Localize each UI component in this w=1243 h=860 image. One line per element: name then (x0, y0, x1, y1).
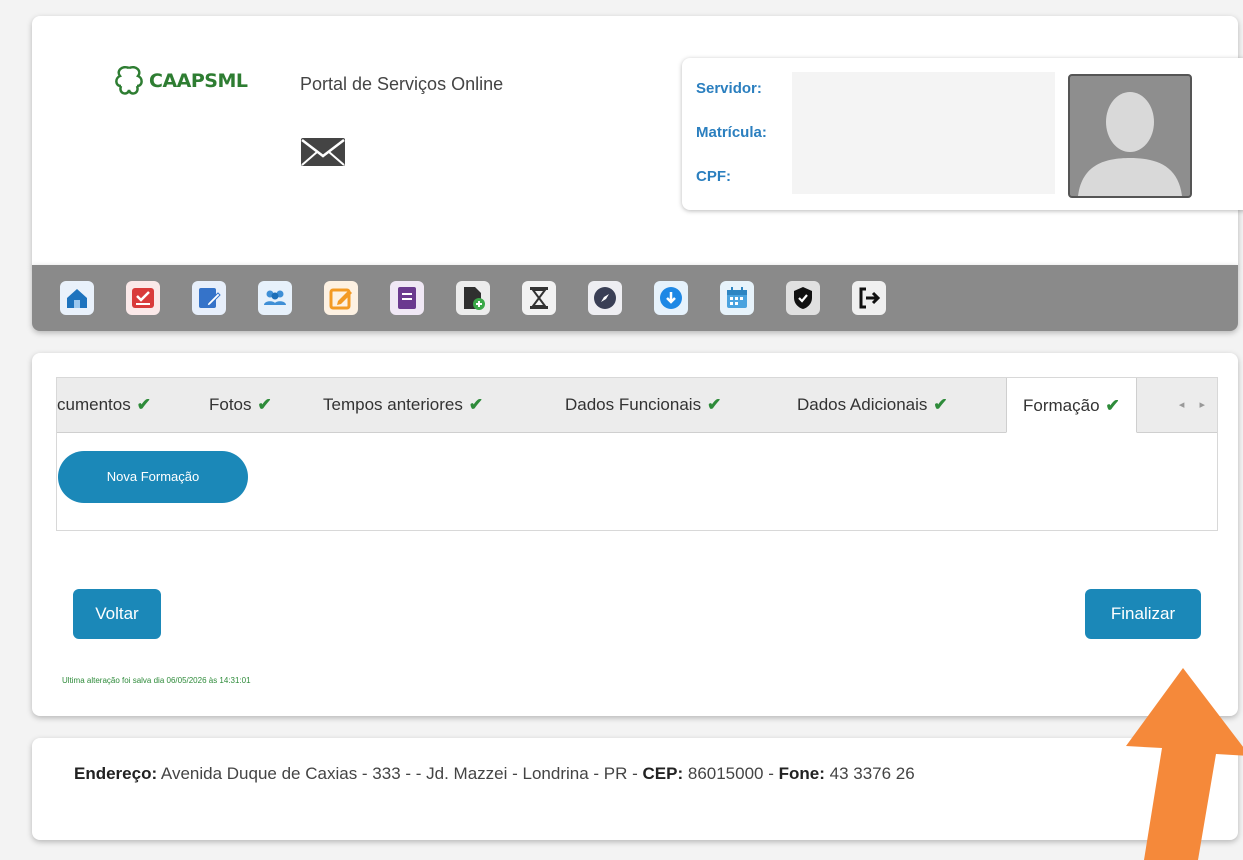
footer-address: Endereço: Avenida Duque de Caxias - 333 … (74, 764, 915, 784)
users-button[interactable] (258, 281, 292, 315)
tab-formacao[interactable]: Formação ✔ (1006, 378, 1137, 433)
check-icon: ✔ (468, 395, 484, 414)
finalizar-button[interactable]: Finalizar (1085, 589, 1201, 639)
inbox-check-icon (132, 288, 154, 308)
avatar (1068, 74, 1192, 198)
cep-label: CEP: (642, 764, 684, 783)
logo-text: CAAPSML (149, 70, 248, 92)
users-icon (264, 290, 286, 305)
edit-button[interactable] (324, 281, 358, 315)
shield-check-icon (794, 287, 812, 309)
book-icon (398, 287, 416, 309)
servidor-label: Servidor: (696, 80, 762, 97)
tab-tempos-anteriores[interactable]: Tempos anteriores ✔ (323, 378, 483, 432)
voltar-button[interactable]: Voltar (73, 589, 161, 639)
hourglass-icon (530, 287, 548, 309)
privacy-button[interactable] (786, 281, 820, 315)
endereco-label: Endereço: (74, 764, 158, 783)
logo-mark-icon (115, 66, 143, 95)
endereco-value: Avenida Duque de Caxias - 333 - - Jd. Ma… (157, 764, 643, 783)
pencil-square-icon (329, 288, 352, 310)
cep-value: 86015000 - (683, 764, 779, 783)
tab-dados-funcionais[interactable]: Dados Funcionais ✔ (565, 378, 721, 432)
tab-strip: cumentos ✔ Fotos ✔ Tempos anteriores ✔ Dado… (57, 378, 1217, 433)
main-toolbar (32, 265, 1238, 331)
portal-title: Portal de Serviços Online (300, 74, 504, 94)
check-icon: ✔ (1105, 396, 1120, 415)
download-icon (660, 287, 682, 309)
book-button[interactable] (390, 281, 424, 315)
logout-button[interactable] (852, 281, 886, 315)
nova-formacao-button[interactable]: Nova Formação (58, 451, 248, 503)
file-add-icon (464, 287, 485, 310)
check-icon: ✔ (707, 395, 722, 414)
calendar-button[interactable] (720, 281, 754, 315)
inbox-button[interactable] (126, 281, 160, 315)
add-file-button[interactable] (456, 281, 490, 315)
edit-document-icon (199, 288, 221, 308)
check-icon: ✔ (933, 395, 948, 414)
mail-icon[interactable] (298, 132, 348, 172)
hourglass-button[interactable] (522, 281, 556, 315)
footer-card: Endereço: Avenida Duque de Caxias - 333 … (32, 738, 1238, 840)
home-button[interactable] (60, 281, 94, 315)
sign-out-icon (859, 287, 881, 309)
check-icon: ✔ (257, 395, 272, 414)
fone-value: 43 3376 26 (824, 764, 915, 783)
cpf-label: CPF: (696, 168, 731, 185)
home-icon (67, 289, 87, 308)
form-card: cumentos ✔ Fotos ✔ Tempos anteriores ✔ Dado… (32, 353, 1238, 716)
last-saved-note: Ultima alteração foi salva dia 06/05/202… (62, 676, 251, 685)
user-silhouette-icon (1078, 92, 1182, 196)
tab-documentos[interactable]: cumentos ✔ (57, 378, 151, 432)
user-info-box: Servidor: Matrícula: CPF: (682, 58, 1243, 210)
redacted-user-data (792, 72, 1055, 194)
tab-scroll-arrows[interactable]: ◂ ▸ (1179, 378, 1211, 432)
compass-button[interactable] (588, 281, 622, 315)
tab-fotos[interactable]: Fotos ✔ (209, 378, 272, 432)
calendar-icon (727, 287, 747, 308)
compass-icon (594, 287, 616, 309)
tab-dados-adicionais[interactable]: Dados Adicionais ✔ (797, 378, 948, 432)
tabs-panel: cumentos ✔ Fotos ✔ Tempos anteriores ✔ Dado… (56, 377, 1218, 531)
caapsml-logo[interactable]: CAAPSML (112, 64, 248, 98)
header-card: CAAPSML Portal de Serviços Online Servid… (32, 16, 1243, 266)
edit-document-button[interactable] (192, 281, 226, 315)
download-button[interactable] (654, 281, 688, 315)
fone-label: Fone: (778, 764, 825, 783)
matricula-label: Matrícula: (696, 124, 767, 141)
check-icon: ✔ (136, 395, 151, 414)
